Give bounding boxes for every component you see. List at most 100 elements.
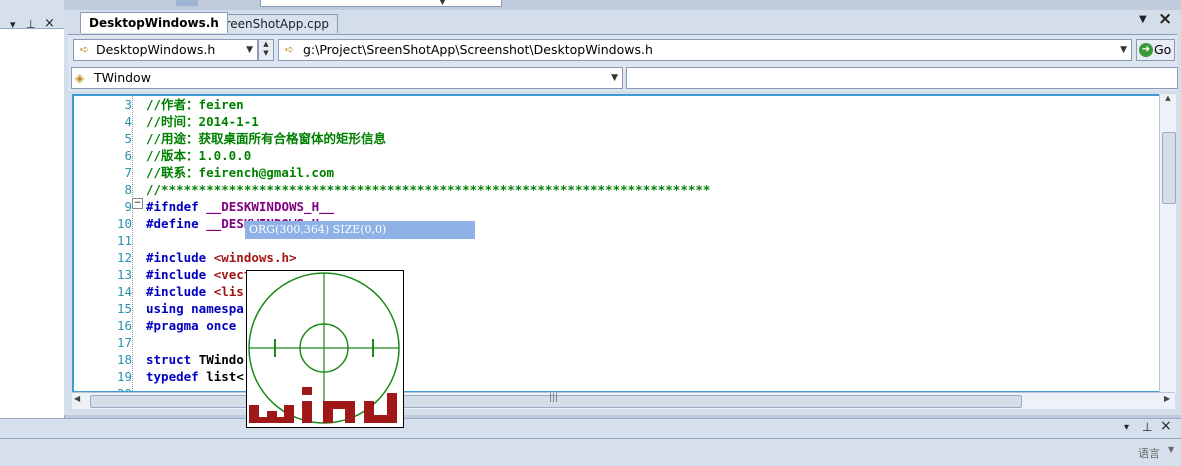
go-button[interactable]: ➜ Go: [1136, 39, 1175, 61]
status-lang: 语言: [1138, 447, 1160, 460]
pin-icon[interactable]: ⊥: [1142, 420, 1152, 434]
collapse-toggle-icon[interactable]: −: [132, 198, 143, 209]
close-icon[interactable]: ×: [1160, 418, 1172, 434]
tab-sreenshotapp-cpp[interactable]: SreenShotApp.cpp: [209, 14, 339, 33]
path-combo[interactable]: ➪ g:\Project\SreenShotApp\Screenshot\Des…: [278, 39, 1132, 61]
line-number: 4: [124, 114, 132, 129]
line-number: 11: [116, 233, 132, 248]
scroll-left-icon[interactable]: ◀: [74, 394, 80, 403]
code-token: TWindo: [198, 352, 244, 367]
panel-menu-icon[interactable]: ▾: [1124, 422, 1129, 433]
line-number: 7: [124, 165, 132, 180]
line-number: 9: [124, 199, 132, 214]
scroll-right-icon[interactable]: ▶: [1164, 394, 1170, 403]
class-combo-value: TWindow: [94, 70, 151, 85]
vertical-scroll-thumb[interactable]: [1162, 132, 1176, 204]
line-number: 14: [116, 284, 132, 299]
line-number: 19: [116, 369, 132, 384]
line-number: 16: [116, 318, 132, 333]
code-line: //**************************************…: [146, 181, 710, 198]
sync-spin-button[interactable]: ▲ ▼: [258, 39, 274, 61]
class-combo[interactable]: ◈ TWindow ▼: [71, 67, 623, 89]
magnifier-crosshair: [246, 270, 404, 428]
file-combo[interactable]: ➪ DesktopWindows.h ▼: [73, 39, 258, 61]
code-token: #define: [146, 216, 207, 231]
code-token: //版本：1.0.0.0: [146, 148, 252, 163]
line-number: 3: [124, 97, 132, 112]
code-token: //用途：获取桌面所有合格窗体的矩形信息: [146, 131, 387, 146]
code-token: //**************************************…: [146, 182, 711, 197]
grip-icon: |||: [549, 393, 559, 403]
line-number: 6: [124, 148, 132, 163]
code-token: using namespa: [146, 301, 244, 316]
code-line: struct TWindo: [146, 351, 244, 368]
vertical-scrollbar[interactable]: ▲: [1159, 94, 1176, 394]
bottom-dock-panel: ▾ ⊥ × 语言 ▼: [0, 418, 1181, 466]
code-token: #include: [146, 250, 214, 265]
file-combo-value: DesktopWindows.h: [96, 42, 216, 57]
toolbar-combo[interactable]: [260, 0, 502, 7]
code-line: //时间：2014-1-1: [146, 113, 259, 130]
code-token: //联系：feirench@gmail.com: [146, 165, 335, 180]
member-combo[interactable]: [626, 67, 1178, 89]
code-line: #include <lis: [146, 283, 244, 300]
code-token: #include: [146, 284, 214, 299]
toolbar-strip: ▼: [64, 0, 1181, 10]
line-number: 13: [116, 267, 132, 282]
line-number-gutter: 34567891011121314151617181920: [74, 96, 132, 391]
chevron-down-icon[interactable]: ▼: [439, 0, 446, 7]
arrow-right-icon: ➪: [80, 43, 90, 56]
code-line: //用途：获取桌面所有合格窗体的矩形信息: [146, 130, 386, 147]
chevron-down-icon: ▼: [246, 45, 253, 55]
close-document-icon[interactable]: ×: [1158, 9, 1172, 29]
arrow-right-icon: ➪: [285, 43, 295, 56]
code-token: #ifndef: [146, 199, 207, 214]
go-arrow-icon: ➜: [1139, 43, 1153, 57]
tab-label: SreenShotApp.cpp: [218, 17, 330, 31]
magnified-pixels: [249, 387, 397, 423]
code-line: //联系：feirench@gmail.com: [146, 164, 334, 181]
tab-desktopwindows-h[interactable]: DesktopWindows.h: [80, 12, 228, 33]
left-dock-panel: ▾ ⊥ ×: [0, 0, 65, 465]
code-token: __DESKWINDOWS_H__: [206, 199, 335, 214]
go-button-label: Go: [1154, 42, 1172, 57]
code-token: <lis: [213, 284, 244, 299]
tab-list-dropdown-icon[interactable]: ▼: [1139, 14, 1147, 25]
chevron-down-icon: ▼: [611, 73, 618, 83]
left-panel-titlebar: ▾ ⊥ ×: [0, 8, 64, 31]
screenshot-info-tooltip: ORG(300,364) SIZE(0,0) RGB(255,255,255): [245, 221, 475, 254]
divider: [0, 438, 1181, 439]
path-combo-value: g:\Project\SreenShotApp\Screenshot\Deskt…: [303, 42, 653, 57]
code-token: struct: [146, 352, 199, 367]
toolbar-button[interactable]: [176, 0, 198, 6]
code-token: //时间：2014-1-1: [146, 114, 259, 129]
scroll-up-icon[interactable]: ▲: [1162, 94, 1174, 104]
chevron-down-icon[interactable]: ▼: [1168, 445, 1174, 454]
code-line: #pragma once: [146, 317, 236, 334]
line-number: 5: [124, 131, 132, 146]
line-number: 12: [116, 250, 132, 265]
code-token: typedef: [146, 369, 207, 384]
horizontal-scrollbar[interactable]: ◀ ||| ▶: [72, 392, 1175, 409]
line-number: 17: [116, 335, 132, 350]
horizontal-scroll-thumb[interactable]: |||: [90, 393, 1022, 408]
line-number: 18: [116, 352, 132, 367]
tab-label: DesktopWindows.h: [89, 16, 219, 30]
code-line: using namespa: [146, 300, 244, 317]
left-panel-content: [0, 28, 64, 421]
code-line: typedef list<: [146, 368, 244, 385]
line-number: 10: [116, 216, 132, 231]
code-token: #pragma once: [146, 318, 237, 333]
code-editor[interactable]: 34567891011121314151617181920 − //作者：fei…: [72, 94, 1161, 393]
chevron-down-icon: ▼: [1120, 45, 1127, 55]
code-token: #include: [146, 267, 214, 282]
code-line: //版本：1.0.0.0: [146, 147, 251, 164]
outline-gutter: [132, 96, 134, 391]
line-number: 15: [116, 301, 132, 316]
crosshair-graphic: [248, 272, 400, 424]
code-token: list<: [206, 369, 244, 384]
code-token: //作者：feiren: [146, 97, 244, 112]
line-number: 8: [124, 182, 132, 197]
code-line: //作者：feiren: [146, 96, 244, 113]
code-line: #ifndef __DESKWINDOWS_H__: [146, 198, 334, 215]
